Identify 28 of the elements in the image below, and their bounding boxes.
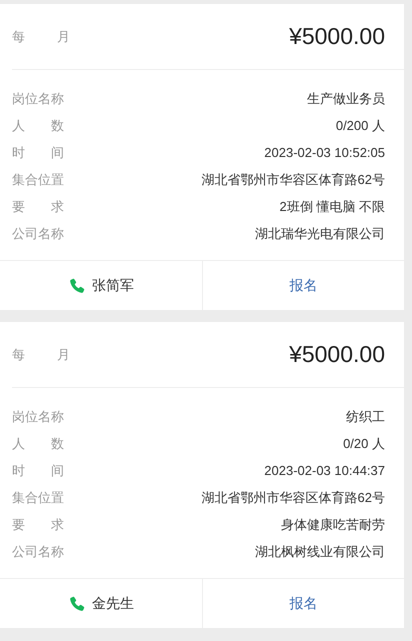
field-value: 2023-02-03 10:52:05: [264, 145, 385, 160]
field-label: 集合位置: [12, 170, 64, 188]
field-label: 时 间: [12, 462, 64, 480]
field-value: 生产做业务员: [307, 90, 385, 108]
field-value: 0/20 人: [343, 434, 385, 452]
field-label: 人 数: [12, 116, 64, 134]
salary-label: 每 月: [12, 346, 70, 364]
field-label: 要 求: [12, 516, 64, 534]
field-label: 岗位名称: [12, 90, 64, 108]
field-label: 岗位名称: [12, 408, 64, 426]
field-label: 人 数: [12, 434, 64, 452]
field-value: 2023-02-03 10:44:37: [264, 463, 385, 478]
field-value: 湖北省鄂州市华容区体育路62号: [202, 170, 385, 188]
field-value: 湖北瑞华光电有限公司: [255, 224, 385, 242]
field-value: 湖北枫树线业有限公司: [255, 542, 385, 560]
salary-amount: ¥5000.00: [289, 23, 385, 50]
field-value: 身体健康吃苦耐劳: [281, 516, 385, 534]
field-value: 湖北省鄂州市华容区体育路62号: [202, 488, 385, 506]
salary-amount: ¥5000.00: [289, 341, 385, 368]
field-value: 纺织工: [346, 408, 385, 426]
salary-label: 每 月: [12, 28, 70, 46]
field-value: 0/200 人: [336, 116, 385, 134]
field-label: 公司名称: [12, 224, 64, 242]
field-value: 2班倒 懂电脑 不限: [280, 198, 385, 216]
field-label: 时 间: [12, 144, 64, 162]
field-label: 集合位置: [12, 488, 64, 506]
field-label: 公司名称: [12, 542, 64, 560]
field-label: 要 求: [12, 198, 64, 216]
